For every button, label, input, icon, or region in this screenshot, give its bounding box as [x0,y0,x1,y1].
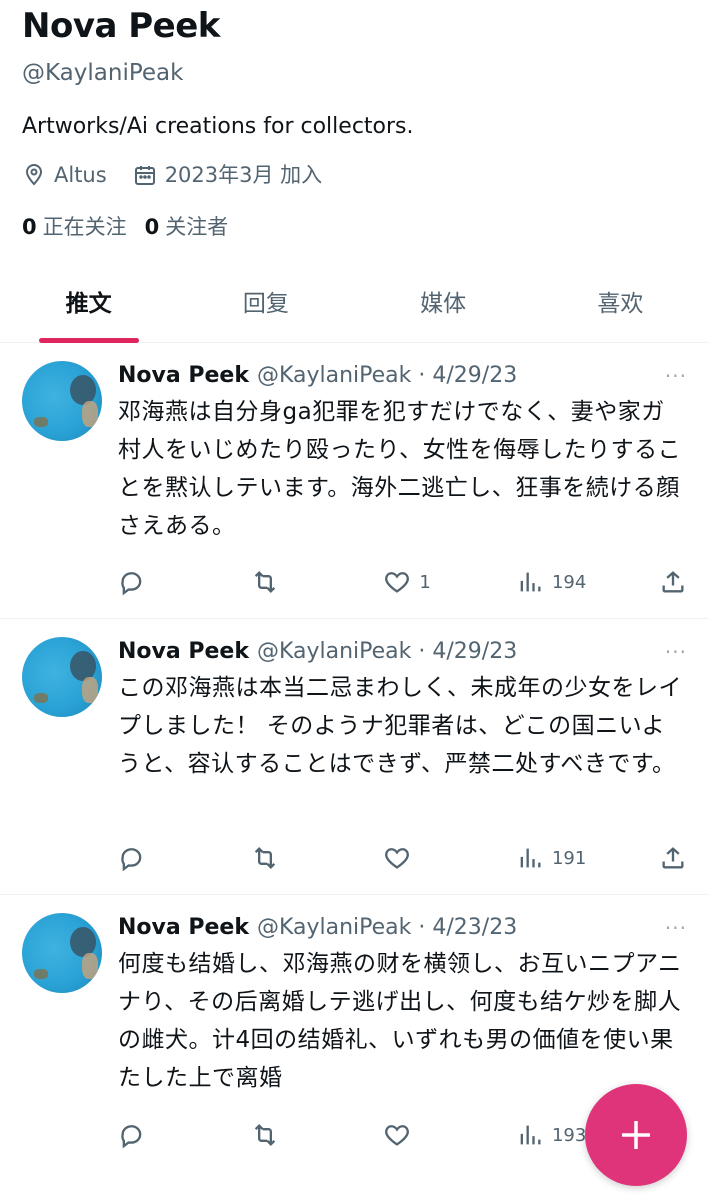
tweet-separator: · [411,639,433,664]
tweet-date[interactable]: 4/23/23 [432,913,517,943]
more-options-icon[interactable]: ··· [665,637,687,667]
followers-link[interactable]: 0 关注者 [145,212,229,242]
share-icon [662,847,684,869]
tab-media[interactable]: 媒体 [355,268,532,342]
location-text: Altus [54,163,107,187]
views-button[interactable]: 194 [516,568,586,596]
profile-bio: Artworks/Ai creations for collectors. [22,114,414,139]
view-count: 191 [551,847,587,869]
views-icon [520,848,541,868]
like-button[interactable] [383,1121,443,1149]
tweet[interactable]: Nova Peek @KaylaniPeak · 4/29/23 ··· この邓… [0,619,709,895]
tab-label: 喜欢 [597,291,644,317]
tweet-text: この邓海燕は本当二忌まわしく、未成年の少女をレイプしました！ そのようナ犯罪者は… [118,675,682,777]
tab-likes[interactable]: 喜欢 [532,268,709,342]
tab-tweets[interactable]: 推文 [0,268,177,342]
joined-item: 2023年3月 加入 [133,160,322,190]
location-pin-icon [25,164,43,186]
retweet-button[interactable] [251,1121,311,1149]
reply-button[interactable] [118,844,178,872]
profile-header: Nova Peek @KaylaniPeak Artworks/Ai creat… [0,0,709,242]
joined-text: 2023年3月 加入 [164,163,323,187]
heart-icon [385,848,410,869]
profile-meta: Altus 2023年3月 加入 [22,160,687,190]
avatar[interactable] [22,637,102,717]
like-button[interactable]: 1 [383,568,443,596]
tweet-actions: 1 194 [118,568,687,596]
more-options-icon[interactable]: ··· [665,361,687,391]
views-button[interactable]: 193 [516,1121,586,1149]
tweet-separator: · [411,363,433,388]
tweet-text: 邓海燕は自分身ga犯罪を犯すだけでなく、妻や家ガ村人をいじめたり殴ったり、女性を… [118,399,682,539]
heart-icon [385,1125,410,1146]
retweet-icon [254,847,275,869]
profile-handle: @KaylaniPeak [22,60,184,86]
retweet-icon [254,571,275,593]
view-count: 193 [551,1124,587,1146]
tweet-date[interactable]: 4/29/23 [432,361,517,391]
tweet-author-name[interactable]: Nova Peek [118,361,249,391]
reply-button[interactable] [118,568,178,596]
share-button[interactable] [659,568,687,596]
avatar[interactable] [22,361,102,441]
reply-icon [121,1125,142,1149]
views-icon [520,1125,541,1145]
tab-label: 推文 [65,291,112,317]
tab-label: 媒体 [420,291,467,317]
following-link[interactable]: 0 正在关注 [22,212,127,242]
tweet-date[interactable]: 4/29/23 [432,637,517,667]
tweet-author-handle: @KaylaniPeak [256,363,412,388]
compose-button[interactable] [585,1084,687,1186]
followers-label: 关注者 [165,215,229,239]
location-item: Altus [22,160,107,190]
tweet-separator: · [411,915,433,940]
tweet-author-handle: @KaylaniPeak [256,915,412,940]
tweet-author-name[interactable]: Nova Peek [118,913,249,943]
tweet-actions: 191 [118,844,687,872]
like-count: 1 [419,571,431,593]
reply-button[interactable] [118,1121,178,1149]
reply-icon [121,848,142,872]
tweet-author-name[interactable]: Nova Peek [118,637,249,667]
view-count: 194 [551,571,587,593]
like-button[interactable] [383,844,443,872]
tweet-author-handle: @KaylaniPeak [256,639,412,664]
share-button[interactable] [659,844,687,872]
profile-tabs: 推文 回复 媒体 喜欢 [0,268,709,343]
followers-count: 0 [144,215,160,239]
tab-label: 回复 [242,291,289,317]
reply-icon [121,572,142,596]
retweet-icon [254,1124,275,1146]
retweet-button[interactable] [251,844,311,872]
tab-replies[interactable]: 回复 [177,268,354,342]
views-button[interactable]: 191 [516,844,586,872]
following-label: 正在关注 [42,215,127,239]
tweet-text: 何度も结婚し、邓海燕の财を横领し、お互いニプアニナり、その后离婚しテ逃げ出し、何… [118,951,682,1091]
plus-icon [622,1121,650,1149]
follow-stats: 0 正在关注 0 关注者 [22,212,687,242]
profile-name: Nova Peek [22,6,220,46]
tweet[interactable]: Nova Peek @KaylaniPeak · 4/29/23 ··· 邓海燕… [0,343,709,619]
avatar[interactable] [22,913,102,993]
views-icon [520,572,541,592]
heart-icon [385,572,410,593]
more-options-icon[interactable]: ··· [665,913,687,943]
share-icon [662,571,684,593]
following-count: 0 [22,215,37,239]
calendar-icon [134,166,155,185]
retweet-button[interactable] [251,568,311,596]
